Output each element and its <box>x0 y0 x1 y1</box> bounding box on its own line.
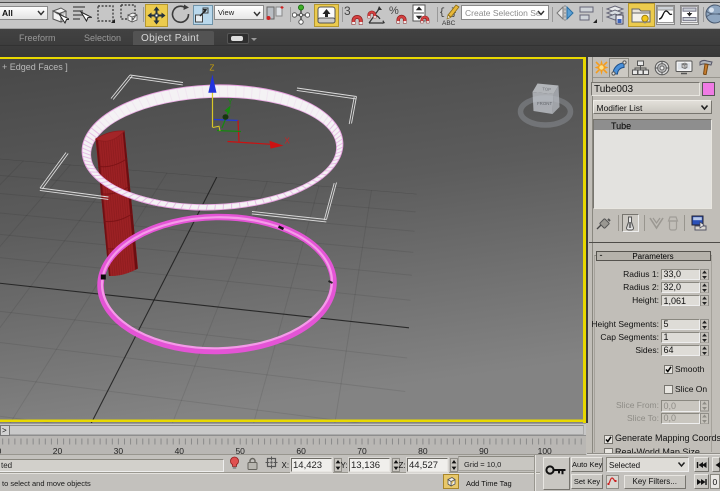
svg-text:FRONT: FRONT <box>537 101 552 106</box>
svg-text:TOP: TOP <box>542 86 551 92</box>
svg-text:%: % <box>389 5 399 17</box>
svg-text:X: X <box>285 137 291 146</box>
svg-text:Y: Y <box>228 98 234 107</box>
svg-text:+ Edged Faces ]: + Edged Faces ] <box>2 62 68 72</box>
svg-text:3: 3 <box>344 4 351 18</box>
svg-text:ABC: ABC <box>442 20 456 27</box>
svg-text:Z: Z <box>210 64 215 73</box>
